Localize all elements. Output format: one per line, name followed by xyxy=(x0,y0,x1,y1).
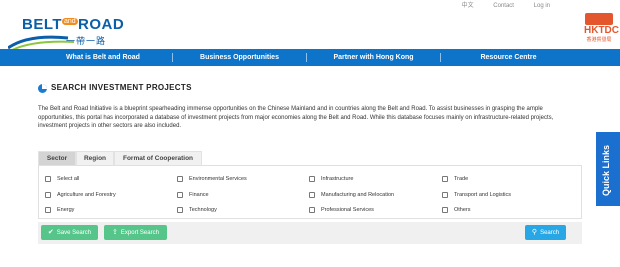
option-label: Energy xyxy=(57,207,75,213)
logo-subtitle: 一帶一路 xyxy=(66,36,107,46)
option-label: Manufacturing and Relocation xyxy=(321,192,395,198)
search-label: Search xyxy=(540,230,560,236)
option-label: Transport and Logistics xyxy=(454,192,511,198)
top-link-language[interactable]: 中文 xyxy=(462,3,474,9)
top-links: 中文 Contact Log in xyxy=(444,0,550,9)
tab-format-of-cooperation[interactable]: Format of Cooperation xyxy=(114,151,202,165)
belt-and-road-logo[interactable]: BELT and ROAD 一帶一路 xyxy=(4,8,125,51)
checkbox[interactable] xyxy=(309,207,315,213)
search-icon: ⚲ xyxy=(531,229,538,236)
site-header: BELT and ROAD 一帶一路 中文 Contact Log in HKT… xyxy=(0,0,620,51)
hktdc-logo-text: HKTDC xyxy=(584,25,619,36)
logo-text-road: ROAD xyxy=(78,16,125,33)
option-label: Trade xyxy=(454,176,469,182)
checkbox[interactable] xyxy=(309,176,315,182)
checkbox[interactable] xyxy=(442,207,448,213)
nav-item-business-opportunities[interactable]: Business Opportunities xyxy=(173,49,306,66)
intro-paragraph: The Belt and Road Initiative is a bluepr… xyxy=(38,106,554,130)
export-search-label: Export Search xyxy=(120,230,159,236)
tab-sector[interactable]: Sector xyxy=(38,151,76,165)
checkbox[interactable] xyxy=(45,207,51,213)
checkbox[interactable] xyxy=(442,192,448,198)
checkbox[interactable] xyxy=(177,192,183,198)
search-actions-bar: ✔ Save Search ⇪ Export Search ⚲ Search xyxy=(38,222,582,244)
checkbox[interactable] xyxy=(177,207,183,213)
option-label: Environmental Services xyxy=(189,176,247,182)
sector-options-panel: Select all Environmental Services Infras… xyxy=(38,165,582,219)
option-label: Professional Services xyxy=(321,207,374,213)
main-nav: What is Belt and Road Business Opportuni… xyxy=(0,49,620,66)
checkbox[interactable] xyxy=(442,176,448,182)
nav-item-resource-centre[interactable]: Resource Centre xyxy=(441,49,576,66)
option-label: Finance xyxy=(189,192,209,198)
quick-links-tab[interactable]: Quick Links xyxy=(596,132,620,206)
hktdc-logo-cn: 香港貿發局 xyxy=(586,37,612,43)
option-label: Select all xyxy=(57,176,80,182)
checkbox[interactable] xyxy=(45,192,51,198)
checkbox[interactable] xyxy=(177,176,183,182)
search-button[interactable]: ⚲ Search xyxy=(525,225,566,240)
export-search-button[interactable]: ⇪ Export Search xyxy=(104,225,167,240)
checkbox[interactable] xyxy=(309,192,315,198)
option-label: Others xyxy=(454,207,471,213)
quick-links-label: Quick Links xyxy=(601,144,611,196)
option-label: Infrastructure xyxy=(321,176,354,182)
option-label: Technology xyxy=(189,207,217,213)
export-icon: ⇪ xyxy=(112,229,118,236)
top-link-login[interactable]: Log in xyxy=(534,3,550,9)
nav-item-partner-with-hong-kong[interactable]: Partner with Hong Kong xyxy=(307,49,440,66)
pie-chart-icon xyxy=(38,84,47,93)
logo-text-belt: BELT xyxy=(22,16,63,33)
checkbox[interactable] xyxy=(45,176,51,182)
save-search-button[interactable]: ✔ Save Search xyxy=(41,225,98,240)
page-title: SEARCH INVESTMENT PROJECTS xyxy=(51,83,192,92)
tab-region[interactable]: Region xyxy=(76,151,114,165)
top-link-contact[interactable]: Contact xyxy=(493,3,514,9)
hktdc-mark-icon xyxy=(585,13,613,25)
checkmark-icon: ✔ xyxy=(47,229,54,236)
hktdc-logo[interactable]: HKTDC 香港貿發局 xyxy=(584,13,619,43)
save-search-label: Save Search xyxy=(56,230,92,236)
logo-text-and: and xyxy=(62,18,78,25)
option-label: Agriculture and Forestry xyxy=(57,192,116,198)
